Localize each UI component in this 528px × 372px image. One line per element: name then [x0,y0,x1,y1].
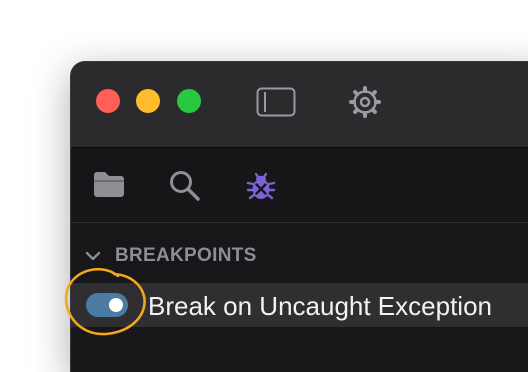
breakpoint-label: Break on Uncaught Exception [148,291,492,321]
breakpoint-row[interactable]: Break on Uncaught Exception [71,283,528,327]
debugger-window: BREAKPOINTS Break on Uncaught Exception [71,62,528,372]
breakpoints-section-header[interactable]: BREAKPOINTS [85,245,257,267]
breakpoints-panel: BREAKPOINTS Break on Uncaught Exception [71,223,528,372]
close-button[interactable] [96,89,120,113]
title-bar [71,62,528,148]
chevron-down-icon[interactable] [85,251,101,261]
search-icon[interactable] [168,169,202,203]
breakpoint-toggle[interactable] [86,293,128,317]
folder-icon[interactable] [92,169,126,199]
zoom-button[interactable] [177,89,201,113]
toggle-knob [109,298,123,312]
sidebar-toggle-icon[interactable] [256,87,296,117]
section-title: BREAKPOINTS [115,245,257,266]
debug-toolbar [71,148,528,223]
minimize-button[interactable] [136,89,160,113]
bug-icon[interactable] [244,169,278,203]
gear-icon[interactable] [348,85,382,119]
